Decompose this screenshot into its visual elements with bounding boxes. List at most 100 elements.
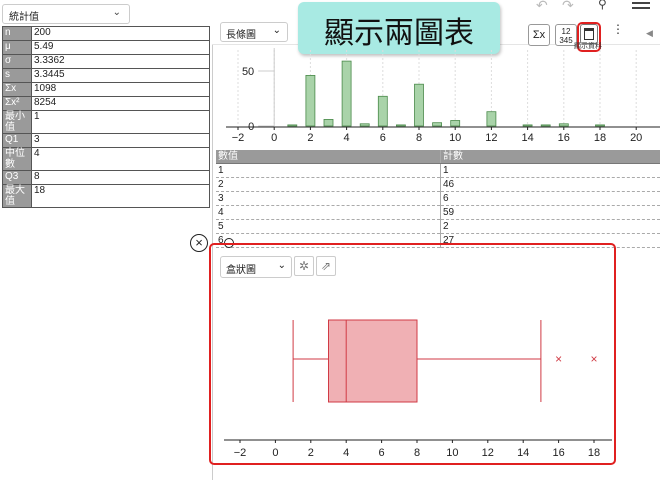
stat-row: 最小值 1 — [2, 110, 210, 134]
chart-type-dropdown[interactable]: 長條圖 ⌄ — [220, 22, 288, 42]
stat-value: 8 — [31, 170, 210, 185]
x-tick-label: 12 — [485, 132, 497, 144]
table-row: 4 59 — [216, 205, 660, 220]
bar — [450, 120, 461, 127]
open-new-window-button[interactable]: ⇗ — [316, 256, 336, 276]
chevron-down-icon: ⌄ — [277, 260, 286, 271]
x-tick-label: −2 — [232, 132, 245, 144]
bar — [377, 95, 388, 127]
x-tick-label: 8 — [414, 447, 420, 459]
x-tick-label: 8 — [416, 132, 422, 144]
x-tick-label: 10 — [449, 132, 461, 144]
stat-key: s — [2, 68, 32, 83]
bar-chart: −2 0 2 4 6 8 10 12 14 16 18 20500 — [226, 48, 660, 144]
x-tick-label: −2 — [234, 447, 247, 459]
stat-row: n 200 — [2, 26, 210, 41]
settings-button[interactable]: ✲ — [294, 256, 314, 276]
bar — [540, 124, 551, 127]
bar — [395, 124, 406, 127]
chart-type-label: 長條圖 — [226, 30, 256, 41]
bar — [359, 123, 370, 127]
stat-value: 200 — [31, 26, 210, 41]
y-tick-label: 50 — [242, 66, 254, 78]
stat-key: Σx² — [2, 96, 32, 111]
cell-count: 59 — [440, 205, 660, 220]
stat-key: 最小值 — [2, 110, 32, 134]
cell-value: 1 — [216, 163, 441, 178]
redo-icon[interactable]: ↷ — [562, 0, 576, 12]
stat-row: Σx² 8254 — [2, 96, 210, 111]
gear-icon: ✲ — [298, 259, 310, 273]
bar — [432, 122, 443, 127]
outlier-mark: × — [590, 352, 597, 366]
stat-value: 18 — [31, 184, 210, 208]
bar — [341, 60, 352, 127]
stat-value: 1 — [31, 110, 210, 134]
chevron-down-icon: ⌄ — [272, 25, 281, 36]
data-table-header: 數值 計數 — [216, 150, 660, 164]
cell-value: 3 — [216, 191, 441, 206]
x-tick-label: 14 — [517, 447, 529, 459]
search-icon[interactable]: ⚲ — [598, 0, 614, 10]
menu-icon[interactable] — [632, 0, 650, 10]
stat-key: n — [2, 26, 32, 41]
bar — [323, 119, 334, 127]
x-tick-label: 18 — [594, 132, 606, 144]
bar — [522, 124, 533, 127]
x-tick-label: 4 — [343, 447, 349, 459]
numbers-button-bottom: 345 — [559, 36, 573, 45]
stat-row: σ 3.3362 — [2, 54, 210, 69]
external-link-icon: ⇗ — [320, 259, 332, 273]
stat-key: μ — [2, 40, 32, 55]
x-tick-label: 16 — [558, 132, 570, 144]
stat-row: 最大值 18 — [2, 184, 210, 208]
iqr-box — [328, 319, 418, 403]
statistics-dropdown-label: 統計值 — [9, 12, 39, 23]
data-table: 數值 計數 1 1 2 46 3 6 4 59 5 2 6 27 — [216, 150, 660, 248]
box-chart-type-dropdown[interactable]: 盒狀圖 ⌄ — [220, 256, 292, 278]
stat-value: 3.3362 — [31, 54, 210, 69]
stat-row: Q1 3 — [2, 133, 210, 148]
bar — [558, 123, 569, 127]
close-chart-icon[interactable]: × — [190, 234, 208, 252]
outlier-mark: × — [555, 352, 562, 366]
column-header-value: 數值 — [216, 150, 441, 164]
stat-key: Q1 — [2, 133, 32, 148]
collapse-arrow-icon[interactable]: ◀ — [646, 28, 653, 39]
x-tick-label: 6 — [380, 132, 386, 144]
sigma-button-label: Σx — [532, 29, 546, 41]
numbers-button-top: 12 — [561, 27, 571, 36]
x-tick-label: 14 — [521, 132, 533, 144]
x-tick-label: 6 — [379, 447, 385, 459]
sigma-button[interactable]: Σx — [528, 24, 550, 46]
table-row: 52 — [216, 219, 660, 234]
stat-key: 中位數 — [2, 147, 32, 171]
x-tick-label: 16 — [552, 447, 564, 459]
stat-row: s 3.3445 — [2, 68, 210, 83]
x-tick-label: 4 — [344, 132, 350, 144]
column-header-count: 計數 — [440, 150, 660, 164]
stat-key: Σx — [2, 82, 32, 97]
more-options-icon[interactable]: ⋮ — [612, 23, 624, 35]
x-tick-label: 2 — [308, 447, 314, 459]
undo-icon[interactable]: ↶ — [536, 0, 550, 12]
box-plot-chart: ×× −202468101214161820 — [224, 319, 612, 459]
statistics-dropdown[interactable]: 統計值 ⌄ — [2, 4, 130, 24]
bar — [414, 83, 424, 127]
bar — [287, 124, 298, 127]
stat-value: 5.49 — [31, 40, 210, 55]
table-row: 36 — [216, 191, 660, 206]
stat-value: 8254 — [31, 96, 210, 111]
bar — [486, 111, 497, 127]
cell-count: 6 — [440, 191, 660, 206]
stat-key: 最大值 — [2, 184, 32, 208]
cell-count: 46 — [440, 177, 660, 192]
stat-value: 4 — [31, 147, 210, 171]
bar — [305, 74, 316, 127]
x-tick-label: 0 — [272, 447, 278, 459]
stat-key: σ — [2, 54, 32, 69]
x-tick-label: 20 — [630, 132, 642, 144]
stat-value: 3 — [31, 133, 210, 148]
stat-row: Q3 8 — [2, 170, 210, 185]
stat-row: 中位數 4 — [2, 147, 210, 171]
